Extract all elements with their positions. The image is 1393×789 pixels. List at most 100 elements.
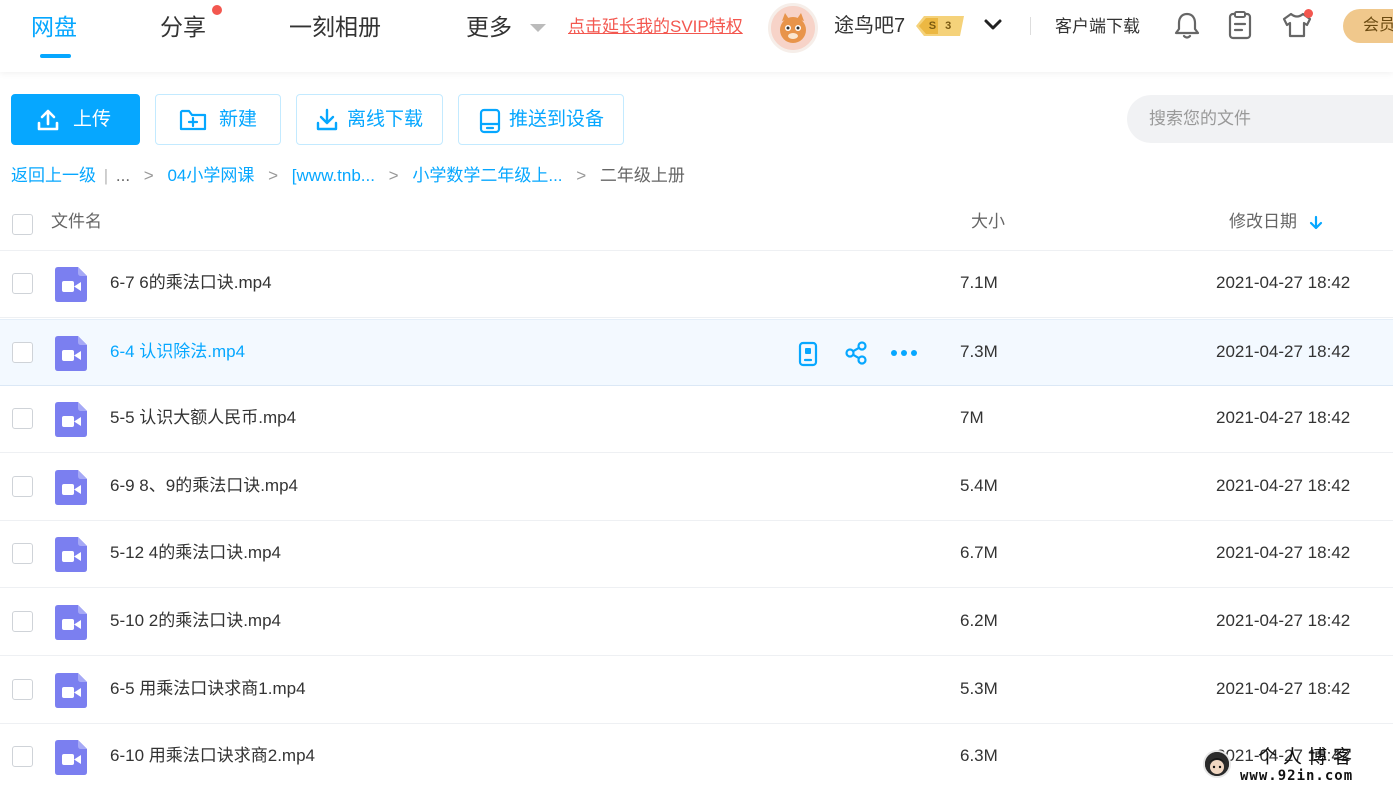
- top-nav: 网盘 分享 一刻相册 更多 点击延长我的SVIP特权 途鸟吧7 S3 客户端下载: [0, 0, 1393, 72]
- breadcrumb: 返回上一级 | ... > 04小学网课 > [www.tnb... > 小学数…: [11, 164, 685, 188]
- upload-button[interactable]: 上传: [11, 94, 140, 145]
- breadcrumb-item[interactable]: 04小学网课: [167, 166, 254, 185]
- push-device-action-icon[interactable]: [797, 341, 819, 367]
- file-size: 7.3M: [960, 342, 998, 361]
- file-size: 5.4M: [960, 476, 998, 495]
- file-size: 6.3M: [960, 746, 998, 765]
- new-folder-button[interactable]: 新建: [155, 94, 281, 145]
- file-name[interactable]: 5-5 认识大额人民币.mp4: [110, 406, 296, 430]
- nav-tab-netdisk[interactable]: 网盘: [31, 12, 77, 42]
- file-modified-date: 2021-04-27 18:42: [1216, 476, 1351, 495]
- column-header-date[interactable]: 修改日期: [1229, 210, 1297, 234]
- breadcrumb-separator: |: [103, 166, 109, 185]
- video-file-icon: [55, 605, 87, 640]
- svip-level: 3: [945, 20, 961, 32]
- more-caret-icon[interactable]: [530, 24, 546, 32]
- sort-desc-arrow-icon[interactable]: [1309, 215, 1323, 231]
- svip-level-badge: S3: [916, 15, 966, 37]
- watermark-avatar: [1203, 750, 1231, 778]
- watermark-title: 个人博客: [1258, 746, 1359, 768]
- upload-icon: [37, 109, 59, 131]
- video-file-icon: [55, 267, 87, 302]
- file-row-checkbox[interactable]: [12, 476, 33, 497]
- file-row[interactable]: 6-9 8、9的乘法口诀.mp4 5.4M 2021-04-27 18:42: [0, 454, 1393, 521]
- file-name[interactable]: 6-9 8、9的乘法口诀.mp4: [110, 474, 298, 498]
- column-header-name[interactable]: 文件名: [51, 210, 102, 234]
- file-size: 6.2M: [960, 611, 998, 630]
- file-size: 5.3M: [960, 679, 998, 698]
- username[interactable]: 途鸟吧7: [834, 13, 905, 39]
- file-size: 7.1M: [960, 273, 998, 292]
- breadcrumb-item[interactable]: [www.tnb...: [292, 166, 375, 185]
- file-modified-date: 2021-04-27 18:42: [1216, 273, 1351, 292]
- nav-tab-more[interactable]: 更多: [466, 12, 512, 42]
- video-file-icon: [55, 336, 87, 371]
- clipboard-icon[interactable]: [1227, 10, 1253, 40]
- breadcrumb-arrow-icon: >: [576, 166, 587, 185]
- breadcrumb-arrow-icon: >: [268, 166, 279, 185]
- client-download-link[interactable]: 客户端下载: [1055, 16, 1140, 38]
- push-to-device-button[interactable]: 推送到设备: [458, 94, 624, 145]
- svip-promo-link[interactable]: 点击延长我的SVIP特权: [568, 15, 743, 39]
- file-size: 6.7M: [960, 543, 998, 562]
- file-row-checkbox[interactable]: [12, 679, 33, 700]
- file-row[interactable]: 5-12 4的乘法口诀.mp4 6.7M 2021-04-27 18:42: [0, 521, 1393, 588]
- breadcrumb-current: 二年级上册: [599, 166, 685, 185]
- offline-download-button[interactable]: 离线下载: [296, 94, 443, 145]
- nav-active-indicator: [40, 54, 71, 58]
- svip-tier: S: [928, 20, 946, 32]
- video-file-icon: [55, 470, 87, 505]
- share-notification-dot: [212, 5, 222, 15]
- column-header-size[interactable]: 大小: [971, 210, 1005, 234]
- share-action-icon[interactable]: [844, 341, 868, 365]
- file-row-checkbox[interactable]: [12, 342, 33, 363]
- file-row[interactable]: 6-4 认识除法.mp4 7.3M 2021-04-27 18:42: [0, 319, 1393, 386]
- video-file-icon: [55, 402, 87, 437]
- file-row[interactable]: 5-10 2的乘法口诀.mp4 6.2M 2021-04-27 18:42: [0, 589, 1393, 656]
- file-row-checkbox[interactable]: [12, 611, 33, 632]
- more-actions-icon[interactable]: [890, 341, 918, 365]
- offline-download-button-label: 离线下载: [347, 109, 424, 130]
- file-row-checkbox[interactable]: [12, 543, 33, 564]
- user-menu-chevron-down-icon[interactable]: [982, 14, 1004, 36]
- download-icon: [316, 108, 338, 131]
- file-row[interactable]: 5-5 认识大额人民币.mp4 7M 2021-04-27 18:42: [0, 386, 1393, 453]
- file-name[interactable]: 5-12 4的乘法口诀.mp4: [110, 541, 281, 565]
- file-list-header: 文件名 大小 修改日期: [0, 196, 1393, 251]
- breadcrumb-item[interactable]: 小学数学二年级上...: [412, 166, 562, 185]
- file-size: 7M: [960, 408, 984, 427]
- file-row-checkbox[interactable]: [12, 408, 33, 429]
- file-modified-date: 2021-04-27 18:42: [1216, 408, 1351, 427]
- nav-tab-share[interactable]: 分享: [160, 12, 206, 42]
- breadcrumb-arrow-icon: >: [388, 166, 399, 185]
- bell-icon[interactable]: [1174, 10, 1200, 40]
- file-modified-date: 2021-04-27 18:42: [1216, 342, 1351, 361]
- search-input[interactable]: [1127, 95, 1393, 143]
- file-row[interactable]: 6-7 6的乘法口诀.mp4 7.1M 2021-04-27 18:42: [0, 251, 1393, 318]
- new-folder-button-label: 新建: [219, 109, 258, 130]
- breadcrumb-back-link[interactable]: 返回上一级: [11, 166, 96, 185]
- file-row[interactable]: 6-5 用乘法口诀求商1.mp4 5.3M 2021-04-27 18:42: [0, 657, 1393, 724]
- file-row-checkbox[interactable]: [12, 746, 33, 767]
- file-modified-date: 2021-04-27 18:42: [1216, 679, 1351, 698]
- blog-watermark: 个人博客 www.92in.com: [1196, 742, 1393, 789]
- push-to-device-button-label: 推送到设备: [509, 109, 605, 130]
- file-name[interactable]: 6-7 6的乘法口诀.mp4: [110, 271, 272, 295]
- file-name[interactable]: 6-5 用乘法口诀求商1.mp4: [110, 677, 306, 701]
- file-name[interactable]: 5-10 2的乘法口诀.mp4: [110, 609, 281, 633]
- member-button[interactable]: 会员: [1343, 9, 1393, 43]
- video-file-icon: [55, 740, 87, 775]
- file-row[interactable]: 6-10 用乘法口诀求商2.mp4 6.3M 2021-04-27 18:42: [0, 724, 1393, 789]
- breadcrumb-arrow-icon: >: [143, 166, 154, 185]
- video-file-icon: [55, 673, 87, 708]
- file-name[interactable]: 6-10 用乘法口诀求商2.mp4: [110, 744, 315, 768]
- watermark-url: www.92in.com: [1240, 768, 1354, 784]
- avatar[interactable]: [768, 3, 818, 53]
- breadcrumb-ellipsis[interactable]: ...: [116, 166, 130, 185]
- nav-tab-album[interactable]: 一刻相册: [289, 12, 381, 42]
- select-all-checkbox[interactable]: [12, 214, 33, 235]
- skin-notification-dot: [1304, 9, 1313, 18]
- file-name[interactable]: 6-4 认识除法.mp4: [110, 340, 245, 364]
- file-row-checkbox[interactable]: [12, 273, 33, 294]
- file-modified-date: 2021-04-27 18:42: [1216, 543, 1351, 562]
